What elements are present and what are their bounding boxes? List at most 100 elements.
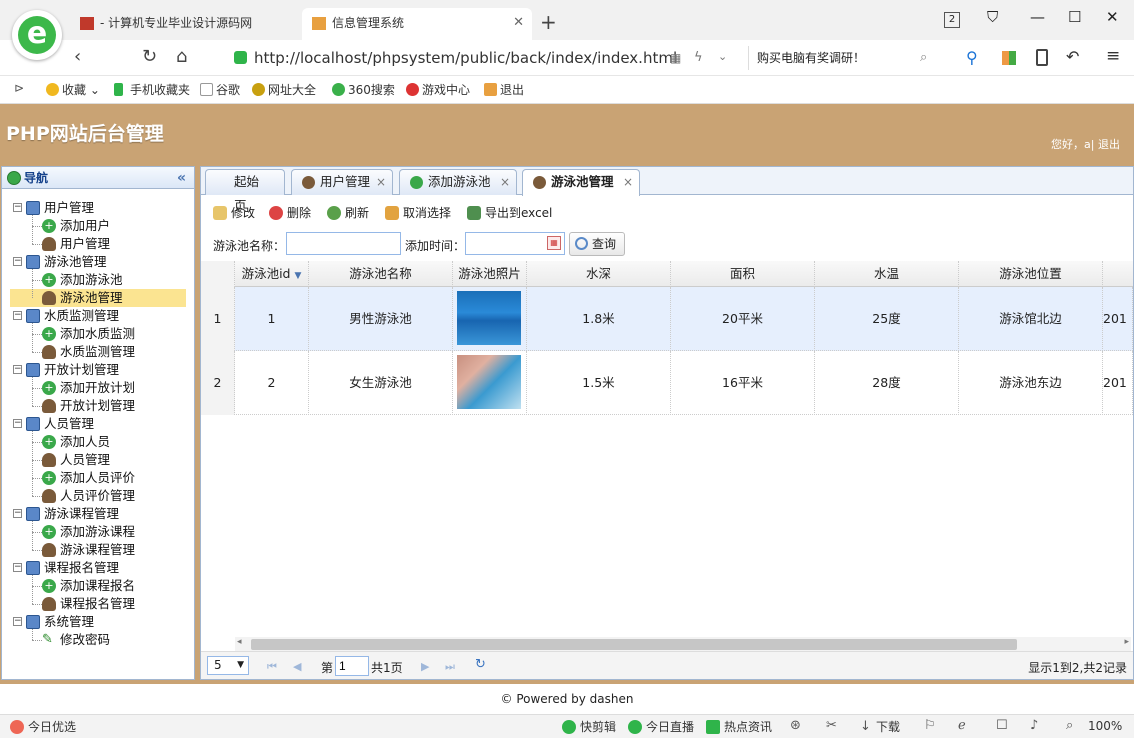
close-tab-icon[interactable]: ✕: [513, 8, 524, 38]
home-icon[interactable]: ⌂: [176, 46, 187, 67]
sidebar-toggle-icon[interactable]: ⊳: [14, 81, 24, 95]
query-button[interactable]: 查询: [569, 232, 626, 256]
tree-expander-icon[interactable]: −: [13, 509, 22, 518]
column-header-name[interactable]: 游泳池名称: [309, 261, 453, 287]
nav-group-5[interactable]: 游泳课程管理: [26, 505, 119, 523]
bookmark-logout[interactable]: 退出: [484, 82, 524, 98]
nav-item-2-0[interactable]: + 添加水质监测: [42, 325, 135, 343]
status-live[interactable]: 今日直播: [628, 719, 694, 735]
nav-item-7-0[interactable]: ✎ 修改密码: [42, 631, 110, 649]
nav-item-4-1[interactable]: 人员管理: [42, 451, 110, 469]
pool-name-input[interactable]: [286, 232, 401, 255]
status-download[interactable]: ↓ 下载: [860, 719, 900, 735]
tools-icon[interactable]: ✂: [826, 718, 837, 733]
menu-icon[interactable]: ≡: [1106, 46, 1120, 66]
refresh-button[interactable]: 刷新: [327, 205, 369, 221]
nav-item-3-0[interactable]: + 添加开放计划: [42, 379, 135, 397]
magnifier-icon[interactable]: ⚲: [966, 48, 978, 67]
next-page-icon[interactable]: ▶: [421, 660, 429, 673]
new-tab-icon[interactable]: +: [540, 10, 557, 34]
column-header-area[interactable]: 面积: [671, 261, 815, 287]
undo-icon[interactable]: ↶: [1066, 47, 1079, 66]
bookmark-mobile[interactable]: 手机收藏夹: [114, 82, 190, 98]
window-icon[interactable]: ☐: [996, 718, 1008, 733]
tab-count-badge[interactable]: 2: [944, 12, 960, 28]
browser-logo-icon[interactable]: e: [12, 10, 62, 60]
apps-icon[interactable]: [1002, 51, 1016, 65]
maximize-icon[interactable]: ☐: [1068, 8, 1081, 26]
nav-group-6[interactable]: 课程报名管理: [26, 559, 119, 577]
scroll-right-icon[interactable]: ▸: [1124, 637, 1129, 647]
bookmark-games[interactable]: 游戏中心: [406, 82, 470, 98]
bookmark-google[interactable]: 谷歌: [200, 82, 240, 98]
browser-tab-1[interactable]: - 计算机专业毕业设计源码网: [70, 8, 298, 40]
prev-page-icon[interactable]: ◀: [293, 660, 301, 673]
tab-add-pool[interactable]: 添加游泳池 ×: [399, 169, 517, 195]
tree-expander-icon[interactable]: −: [13, 257, 22, 266]
tree-expander-icon[interactable]: −: [13, 311, 22, 320]
nav-item-4-2[interactable]: + 添加人员评价: [42, 469, 135, 487]
column-header-location[interactable]: 游泳池位置: [959, 261, 1103, 287]
search-box[interactable]: 购买电脑有奖调研！: [748, 46, 948, 70]
export-excel-button[interactable]: 导出到excel: [467, 205, 552, 221]
nav-group-7[interactable]: 系统管理: [26, 613, 94, 631]
flash-icon[interactable]: ϟ: [694, 50, 703, 65]
close-tab-icon[interactable]: ×: [623, 170, 633, 194]
add-time-input[interactable]: ▦: [465, 232, 565, 255]
shirt-icon[interactable]: ⛉: [987, 8, 998, 26]
nav-item-5-0[interactable]: + 添加游泳课程: [42, 523, 135, 541]
close-tab-icon[interactable]: ×: [500, 170, 510, 194]
pool-photo-image[interactable]: [457, 355, 521, 409]
reload-icon[interactable]: ↻: [142, 46, 157, 67]
tree-expander-icon[interactable]: −: [13, 419, 22, 428]
chevron-down-icon[interactable]: ⌄: [718, 50, 727, 63]
nav-item-6-1[interactable]: 课程报名管理: [42, 595, 135, 613]
status-clip[interactable]: 快剪辑: [562, 719, 616, 735]
nav-group-3[interactable]: 开放计划管理: [26, 361, 119, 379]
nav-item-1-1[interactable]: 游泳池管理: [10, 289, 186, 307]
nav-item-1-0[interactable]: + 添加游泳池: [42, 271, 123, 289]
collapse-icon[interactable]: «: [177, 167, 186, 189]
column-header-depth[interactable]: 水深: [527, 261, 671, 287]
page-size-select[interactable]: 5 ▼: [207, 656, 249, 675]
back-icon[interactable]: ‹: [74, 46, 81, 67]
speed-icon[interactable]: ⊛: [790, 718, 801, 733]
nav-item-4-0[interactable]: + 添加人员: [42, 433, 110, 451]
tab-pool-manage[interactable]: 游泳池管理 ×: [522, 169, 640, 196]
browser-tab-2[interactable]: 信息管理系统 ✕: [302, 8, 532, 40]
nav-item-0-0[interactable]: + 添加用户: [42, 217, 110, 235]
bookmark-favorites[interactable]: 收藏 ⌄: [46, 82, 100, 98]
nav-group-1[interactable]: 游泳池管理: [26, 253, 107, 271]
column-header-temp[interactable]: 水温: [815, 261, 959, 287]
table-row[interactable]: 2 2 女生游泳池 1.5米 16平米 28度 游泳池东边 201: [201, 351, 1133, 415]
zoom-icon[interactable]: ⌕: [1066, 718, 1073, 733]
phone-icon[interactable]: [1036, 49, 1048, 66]
nav-item-5-1[interactable]: 游泳课程管理: [42, 541, 135, 559]
url-field[interactable]: http://localhost/phpsystem/public/back/i…: [232, 46, 740, 70]
reload-page-icon[interactable]: ↻: [475, 657, 486, 672]
bookmark-sites[interactable]: 网址大全: [252, 82, 316, 98]
scroll-thumb[interactable]: [251, 639, 1017, 650]
bookmark-360[interactable]: 360搜索: [332, 82, 395, 98]
page-number-input[interactable]: [335, 656, 369, 676]
tab-user-manage[interactable]: 用户管理 ×: [291, 169, 393, 195]
nav-group-4[interactable]: 人员管理: [26, 415, 94, 433]
status-news[interactable]: 热点资讯: [706, 719, 772, 735]
first-page-icon[interactable]: ⏮: [267, 660, 277, 674]
nav-group-2[interactable]: 水质监测管理: [26, 307, 119, 325]
cancel-select-button[interactable]: 取消选择: [385, 205, 451, 221]
qr-icon[interactable]: ▦: [670, 51, 681, 65]
nav-group-0[interactable]: 用户管理: [26, 199, 94, 217]
column-header-photo[interactable]: 游泳池照片: [453, 261, 527, 287]
column-header-more[interactable]: [1103, 261, 1133, 287]
horizontal-scrollbar[interactable]: ◂ ▸: [235, 637, 1131, 651]
tree-expander-icon[interactable]: −: [13, 365, 22, 374]
tree-expander-icon[interactable]: −: [13, 203, 22, 212]
close-window-icon[interactable]: ✕: [1106, 8, 1119, 26]
delete-button[interactable]: 删除: [269, 205, 311, 221]
nav-item-2-1[interactable]: 水质监测管理: [42, 343, 135, 361]
edit-button[interactable]: 修改: [213, 205, 255, 221]
flag-icon[interactable]: ⚐: [924, 718, 936, 733]
minimize-icon[interactable]: —: [1030, 8, 1045, 26]
column-header-id[interactable]: 游泳池id ▼: [235, 261, 309, 287]
